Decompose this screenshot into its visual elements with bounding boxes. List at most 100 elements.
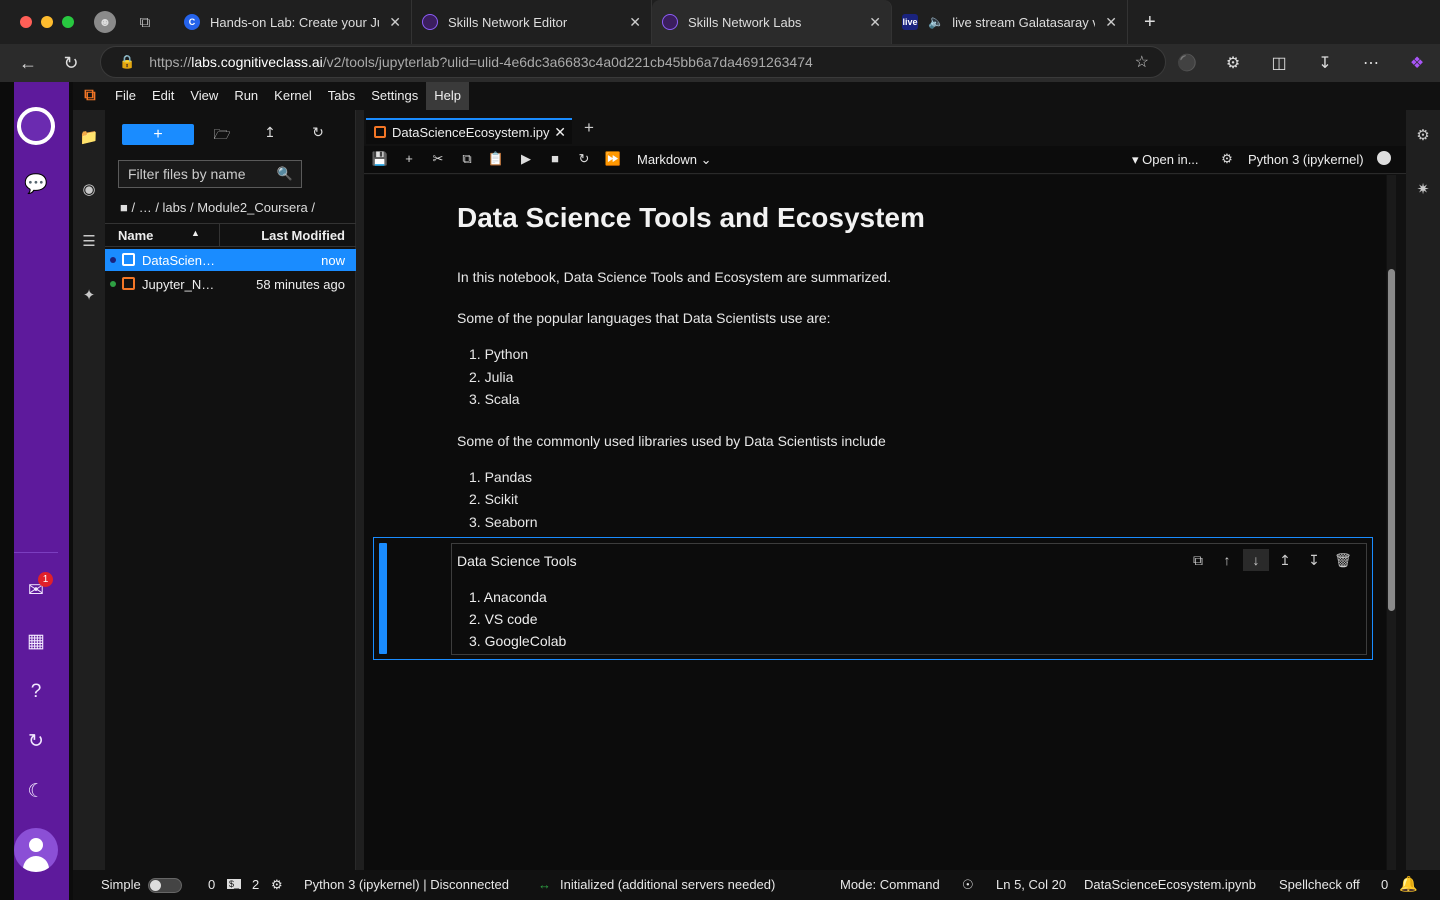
notebook-icon [374, 126, 386, 138]
download-icon[interactable]: ↧ [1302, 53, 1348, 73]
kernel-count[interactable]: 2 [252, 877, 259, 892]
trusted-shield-icon[interactable]: ☉ [962, 877, 974, 893]
menu-settings[interactable]: Settings [363, 82, 426, 110]
save-icon[interactable]: 💾 [371, 151, 389, 167]
back-arrow-icon[interactable]: ← [17, 53, 39, 74]
file-name-status[interactable]: DataScienceEcosystem.ipynb [1084, 877, 1256, 892]
inbox-icon[interactable]: ✉ 1 [23, 572, 53, 604]
cut-icon[interactable]: ✂ [429, 151, 447, 167]
menu-kernel[interactable]: Kernel [266, 82, 320, 110]
minimize-window-button[interactable] [41, 16, 53, 28]
fast-forward-icon[interactable]: ⏩ [604, 151, 622, 167]
cursor-position[interactable]: Ln 5, Col 20 [996, 877, 1066, 892]
notebook-tab[interactable]: DataScienceEcosystem.ipy ✕ [366, 118, 572, 144]
browser-tab-3-active[interactable]: Skills Network Labs ✕ [652, 0, 892, 44]
help-icon[interactable]: ? [23, 679, 49, 705]
running-kernels-icon[interactable]: ◉ [79, 180, 99, 200]
close-tab-icon[interactable]: ✕ [869, 14, 881, 31]
terminal-count[interactable]: 0 [208, 877, 215, 892]
new-launcher-button[interactable]: + [122, 124, 194, 145]
paste-icon[interactable]: 📋 [487, 151, 505, 167]
close-tab-icon[interactable]: ✕ [389, 14, 401, 31]
cell-type-select[interactable]: Markdown ⌄ [637, 152, 712, 168]
restart-icon[interactable]: ↻ [575, 151, 593, 167]
news-icon[interactable]: ▦ [23, 629, 49, 655]
profile-icon[interactable]: ☻ [94, 11, 116, 33]
refresh-icon[interactable]: ↻ [309, 124, 327, 141]
new-tab-button[interactable]: + [1144, 11, 1156, 34]
last-modified-column-header[interactable]: Last Modified [261, 228, 345, 243]
filter-files-input[interactable]: Filter files by name 🔍 [118, 160, 302, 188]
user-icon[interactable] [14, 828, 58, 872]
url-bar[interactable]: 🔒 https://labs.cognitiveclass.ai/v2/tool… [100, 46, 1166, 78]
browser-toolbar-right: ⚫ ⚙ ◫ ↧ ⋯ ❖ [1164, 44, 1440, 82]
lsp-status[interactable]: Initialized (additional servers needed) [560, 877, 775, 892]
cell-collapser[interactable] [379, 543, 387, 654]
cell-toolbar: ⧉ ↑ ↓ ↥ ↧ 🗑 [1185, 549, 1356, 571]
file-row[interactable]: DataScien… now [105, 249, 356, 271]
sync-icon[interactable]: ↻ [23, 729, 49, 755]
upload-icon[interactable]: ↥ [261, 124, 279, 141]
insert-cell-icon[interactable]: + [400, 151, 418, 166]
simple-mode-toggle[interactable] [148, 878, 182, 893]
browser-tab-1[interactable]: C Hands-on Lab: Create your Jup ✕ [174, 0, 412, 44]
table-of-contents-icon[interactable]: ☰ [79, 232, 99, 252]
close-icon[interactable]: ✕ [554, 124, 566, 141]
delete-cell-icon[interactable]: 🗑 [1330, 549, 1356, 571]
folder-icon[interactable]: 📁 [79, 128, 99, 148]
menu-edit[interactable]: Edit [144, 82, 182, 110]
notebook-scrollbar[interactable] [1387, 175, 1396, 870]
menu-file[interactable]: File [107, 82, 144, 110]
debugger-bug-icon[interactable]: ✷ [1413, 180, 1433, 200]
name-column-header[interactable]: Name [118, 228, 153, 243]
chatbot-icon[interactable]: 💬 [23, 172, 49, 198]
copilot-icon[interactable]: ❖ [1394, 53, 1440, 73]
move-up-icon[interactable]: ↑ [1214, 549, 1240, 571]
menu-tabs[interactable]: Tabs [320, 82, 363, 110]
menu-run[interactable]: Run [226, 82, 266, 110]
speaker-icon[interactable]: 🔈 [928, 14, 944, 30]
close-tab-icon[interactable]: ✕ [1105, 14, 1117, 31]
debugger-icon[interactable]: ⚙ [1218, 151, 1236, 167]
skills-network-logo[interactable] [14, 104, 58, 148]
close-tab-icon[interactable]: ✕ [629, 14, 641, 31]
close-window-button[interactable] [20, 16, 32, 28]
more-menu-icon[interactable]: ⋯ [1348, 53, 1394, 73]
workspaces-icon[interactable]: ⧉ [134, 11, 156, 33]
markdown-editor[interactable]: Data Science Tools 1. Anaconda 2. VS cod… [451, 543, 1367, 655]
new-folder-icon[interactable]: 🗁 [213, 124, 231, 148]
browser-tab-2[interactable]: Skills Network Editor ✕ [412, 0, 652, 44]
breadcrumb[interactable]: ■ / … / labs / Module2_Coursera / [120, 200, 315, 215]
ad-blocker-icon[interactable]: ⚫ [1164, 53, 1210, 73]
panel-splitter[interactable] [356, 110, 364, 870]
moon-icon[interactable]: ☾ [23, 779, 49, 805]
spellcheck-status[interactable]: Spellcheck off [1279, 877, 1360, 892]
file-row[interactable]: Jupyter_N… 58 minutes ago [105, 273, 356, 295]
active-cell[interactable]: Data Science Tools 1. Anaconda 2. VS cod… [373, 537, 1373, 660]
open-in-dropdown[interactable]: ▾ Open in... [1132, 152, 1199, 168]
kernel-status[interactable]: Python 3 (ipykernel) | Disconnected [304, 877, 509, 892]
menu-view[interactable]: View [182, 82, 226, 110]
url-host: labs.cognitiveclass.ai [191, 54, 323, 70]
new-tab-plus-icon[interactable]: + [584, 118, 594, 138]
insert-above-icon[interactable]: ↥ [1272, 549, 1298, 571]
star-icon[interactable]: ☆ [1135, 52, 1149, 72]
run-icon[interactable]: ▶ [517, 151, 535, 167]
kernel-name-button[interactable]: Python 3 (ipykernel) [1248, 152, 1364, 167]
extensions-puzzle-icon[interactable]: ✦ [79, 286, 99, 306]
copy-icon[interactable]: ⧉ [458, 151, 476, 167]
duplicate-cell-icon[interactable]: ⧉ [1185, 549, 1211, 571]
lock-icon[interactable]: 🔒 [119, 54, 135, 70]
split-screen-icon[interactable]: ◫ [1256, 53, 1302, 73]
property-inspector-icon[interactable]: ⚙ [1413, 126, 1433, 146]
insert-below-icon[interactable]: ↧ [1301, 549, 1327, 571]
move-down-icon[interactable]: ↓ [1243, 549, 1269, 571]
maximize-window-button[interactable] [62, 16, 74, 28]
browser-tab-4[interactable]: live 🔈 live stream Galatasaray vs ✕ [892, 0, 1128, 44]
menu-help[interactable]: Help [426, 82, 469, 110]
bell-icon[interactable]: 🔔 [1399, 875, 1418, 893]
reload-icon[interactable]: ↻ [60, 53, 82, 74]
extensions-icon[interactable]: ⚙ [1210, 53, 1256, 73]
stop-icon[interactable]: ■ [546, 151, 564, 166]
folder-icon[interactable]: ■ [120, 200, 128, 215]
